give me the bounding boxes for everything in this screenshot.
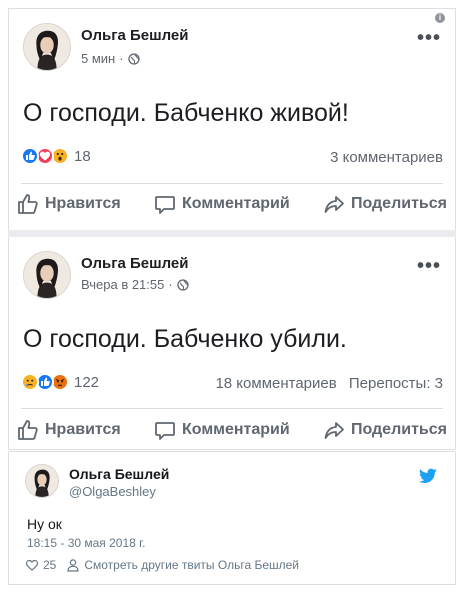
reaction-count: 18 — [74, 147, 91, 165]
post-meta: 5 мин · — [81, 51, 140, 66]
post-card-2: Ольга Бешлей Вчера в 21:55 · ••• О госпо… — [8, 237, 456, 450]
avatar[interactable] — [23, 23, 71, 71]
comment-button[interactable]: Комментарий — [154, 193, 290, 215]
avatar-photo — [24, 252, 70, 298]
more-options-icon[interactable]: ••• — [417, 27, 441, 50]
tweet-handle[interactable]: @OlgaBeshley — [69, 484, 156, 499]
divider — [21, 183, 443, 184]
share-label: Поделиться — [350, 195, 447, 212]
share-button[interactable]: Поделиться — [323, 193, 447, 215]
avatar[interactable] — [23, 251, 71, 299]
post-stats: 3 комментариев — [322, 149, 443, 166]
author-name[interactable]: Ольга Бешлей — [81, 255, 189, 272]
reaction-count: 122 — [74, 373, 100, 391]
heart-icon[interactable] — [25, 558, 39, 572]
like-label: Нравится — [45, 421, 121, 438]
shares-count-link[interactable]: Перепосты: 3 — [349, 375, 443, 392]
comment-icon — [155, 422, 175, 440]
tweet-author-name[interactable]: Ольга Бешлей — [69, 466, 169, 482]
post-text: О господи. Бабченко убили. — [23, 325, 347, 353]
post-actions-bar: Нравится Комментарий Поделиться — [17, 193, 447, 215]
tweet-text: Ну ок — [27, 516, 62, 532]
like-icon — [21, 147, 39, 165]
like-button[interactable]: Нравится — [17, 419, 121, 441]
thumbs-up-icon — [18, 420, 38, 440]
tweet-avatar[interactable] — [25, 464, 59, 498]
comments-count-link[interactable]: 18 комментариев — [215, 375, 336, 392]
avatar-photo — [24, 24, 70, 70]
share-arrow-icon — [324, 196, 344, 213]
separator-dot: · — [119, 51, 124, 66]
avatar-photo — [26, 465, 58, 497]
person-icon — [67, 559, 79, 572]
comment-icon — [155, 196, 175, 214]
globe-icon[interactable] — [177, 278, 189, 291]
more-tweets-link[interactable]: Смотреть другие твиты Ольга Бешлей — [84, 558, 299, 572]
comment-button[interactable]: Комментарий — [154, 419, 290, 441]
embedded-tweet: Ольга Бешлей @OlgaBeshley Ну ок 18:15 - … — [8, 451, 456, 585]
comment-label: Комментарий — [181, 195, 290, 212]
more-options-icon[interactable]: ••• — [417, 255, 441, 278]
tweet-date[interactable]: 18:15 - 30 мая 2018 г. — [27, 536, 145, 550]
globe-icon[interactable] — [127, 52, 140, 65]
like-label: Нравится — [45, 195, 121, 212]
divider — [21, 408, 443, 409]
share-button[interactable]: Поделиться — [323, 419, 447, 441]
reactions-summary[interactable]: 18 — [21, 147, 91, 165]
thumbs-up-icon — [18, 194, 38, 214]
comment-label: Комментарий — [181, 421, 290, 438]
post-time[interactable]: 5 мин — [81, 51, 115, 66]
post-card-1: i Ольга Бешлей 5 мин · ••• О господи. Ба… — [8, 8, 456, 235]
tweet-like-count: 25 — [43, 558, 57, 572]
share-arrow-icon — [324, 422, 344, 439]
comments-count-link[interactable]: 3 комментариев — [330, 149, 443, 166]
twitter-bird-icon[interactable] — [419, 468, 437, 484]
reactions-summary[interactable]: 122 — [21, 373, 99, 391]
post-time[interactable]: Вчера в 21:55 — [81, 277, 164, 292]
post-text: О господи. Бабченко живой! — [23, 99, 349, 127]
separator-dot: · — [168, 277, 173, 292]
post-meta: Вчера в 21:55 · — [81, 277, 189, 292]
like-button[interactable]: Нравится — [17, 193, 121, 215]
author-name[interactable]: Ольга Бешлей — [81, 27, 189, 44]
sad-icon — [21, 373, 39, 391]
post-stats: 18 комментариев Перепосты: 3 — [207, 375, 443, 392]
share-label: Поделиться — [350, 421, 447, 438]
post-actions-bar: Нравится Комментарий Поделиться — [17, 419, 447, 441]
info-icon[interactable]: i — [435, 13, 445, 23]
tweet-footer: 25 Смотреть другие твиты Ольга Бешлей — [25, 558, 299, 572]
